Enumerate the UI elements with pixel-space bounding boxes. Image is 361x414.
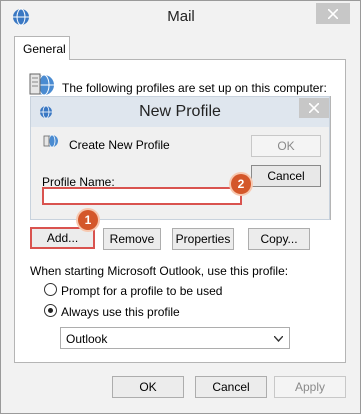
startup-profile-label: When starting Microsoft Outlook, use thi… bbox=[30, 264, 289, 278]
always-use-profile-radio[interactable] bbox=[44, 304, 57, 317]
step-badge-2: 2 bbox=[231, 174, 251, 194]
create-new-profile-label: Create New Profile bbox=[69, 138, 170, 152]
window-title: Mail bbox=[167, 8, 195, 25]
close-icon bbox=[309, 103, 319, 113]
dialog-title: New Profile bbox=[139, 103, 221, 120]
title-bar[interactable]: Mail bbox=[2, 2, 360, 32]
step-badge-1: 1 bbox=[78, 210, 98, 230]
prompt-profile-radio[interactable] bbox=[44, 283, 57, 296]
dialog-ok-button[interactable]: OK bbox=[251, 135, 321, 157]
dialog-close-button[interactable] bbox=[299, 98, 329, 118]
profile-name-input[interactable] bbox=[42, 187, 242, 205]
prompt-profile-label: Prompt for a profile to be used bbox=[61, 284, 223, 298]
properties-button[interactable]: Properties bbox=[172, 228, 234, 250]
tab-general-label: General bbox=[23, 42, 66, 56]
dialog-body: Create New Profile OK Cancel Profile Nam… bbox=[31, 127, 329, 219]
remove-button[interactable]: Remove bbox=[103, 228, 161, 250]
dialog-title-bar[interactable]: New Profile bbox=[31, 97, 329, 127]
profile-select-value: Outlook bbox=[66, 332, 108, 346]
apply-button[interactable]: Apply bbox=[274, 376, 346, 398]
cancel-button[interactable]: Cancel bbox=[195, 376, 267, 398]
always-use-profile-label: Always use this profile bbox=[61, 305, 180, 319]
window-close-button[interactable] bbox=[316, 3, 350, 24]
copy-button[interactable]: Copy... bbox=[248, 228, 310, 250]
radio-selected-dot bbox=[48, 308, 53, 313]
dialog-cancel-button[interactable]: Cancel bbox=[251, 165, 321, 187]
close-icon bbox=[328, 9, 338, 19]
ok-button[interactable]: OK bbox=[112, 376, 184, 398]
profiles-label: The following profiles are set up on thi… bbox=[62, 81, 327, 95]
add-button[interactable]: Add... bbox=[30, 227, 95, 249]
new-profile-icon bbox=[43, 134, 58, 148]
chevron-down-icon bbox=[274, 336, 283, 342]
profile-select[interactable]: Outlook bbox=[60, 327, 290, 349]
profiles-icon bbox=[29, 73, 54, 96]
new-profile-dialog: New Profile Create New Profile OK Cancel… bbox=[30, 96, 330, 220]
tab-general[interactable]: General bbox=[14, 36, 70, 60]
